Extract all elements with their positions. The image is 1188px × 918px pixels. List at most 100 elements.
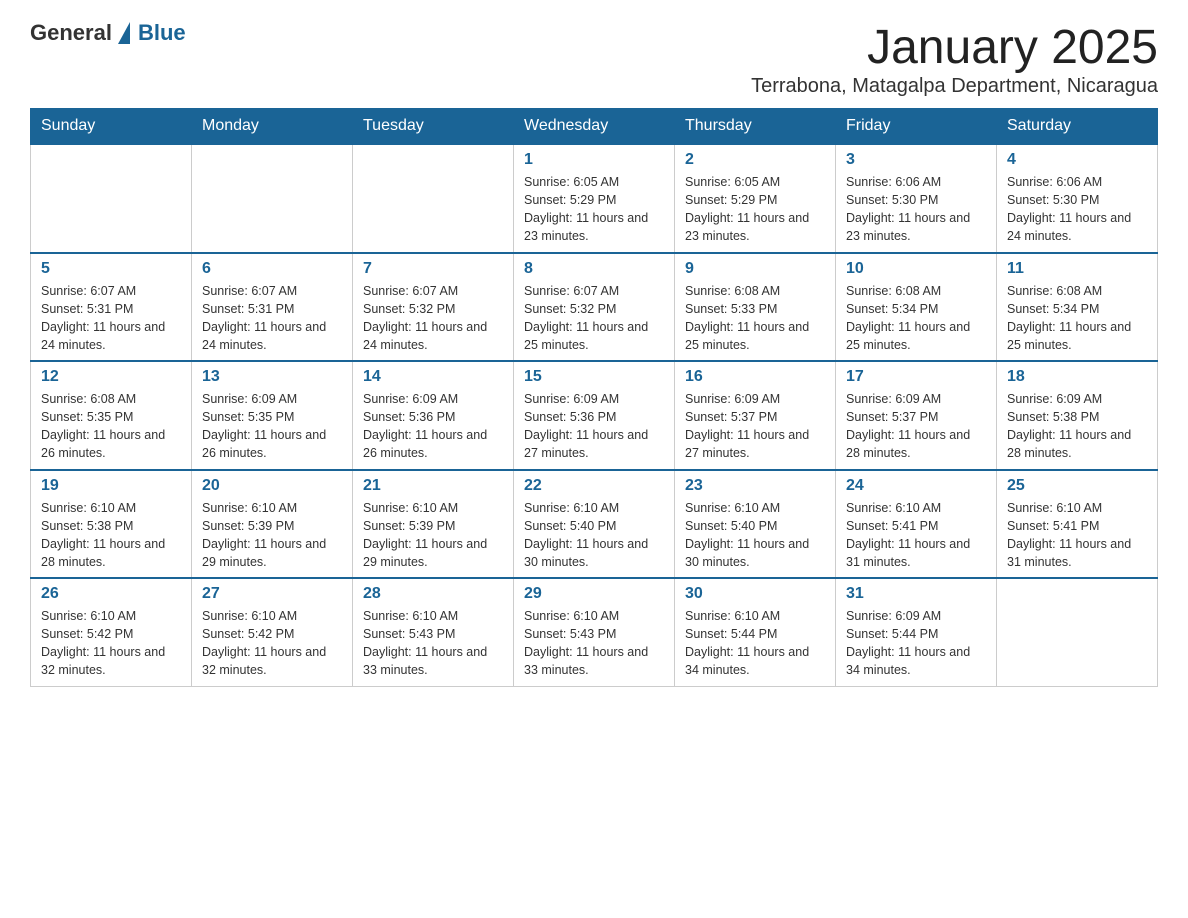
- week-row-2: 5Sunrise: 6:07 AMSunset: 5:31 PMDaylight…: [31, 253, 1158, 362]
- calendar-cell: 14 Sunrise: 6:09 AMSunset: 5:36 PMDayligh…: [353, 361, 514, 470]
- day-info: Sunrise: 6:10 AMSunset: 5:41 PMDaylight:…: [1007, 499, 1147, 572]
- day-info: Sunrise: 6:10 AMSunset: 5:39 PMDaylight:…: [363, 499, 503, 572]
- day-number: 7: [363, 260, 503, 278]
- day-info: Sunrise: 6:10 AMSunset: 5:40 PMDaylight:…: [685, 499, 825, 572]
- column-header-thursday: Thursday: [675, 109, 836, 145]
- day-info: Sunrise: 6:10 AMSunset: 5:42 PMDaylight:…: [202, 607, 342, 680]
- day-number: 4: [1007, 151, 1147, 169]
- calendar-cell: 5Sunrise: 6:07 AMSunset: 5:31 PMDaylight…: [31, 253, 192, 362]
- logo-triangle-icon: [118, 22, 130, 44]
- week-row-5: 26 Sunrise: 6:10 AMSunset: 5:42 PMDayligh…: [31, 578, 1158, 686]
- day-number: 1: [524, 151, 664, 169]
- calendar-cell: 12 Sunrise: 6:08 AMSunset: 5:35 PMDayligh…: [31, 361, 192, 470]
- day-number: 20: [202, 477, 342, 495]
- day-number: 3: [846, 151, 986, 169]
- day-number: 14: [363, 368, 503, 386]
- day-number: 9: [685, 260, 825, 278]
- week-row-3: 12 Sunrise: 6:08 AMSunset: 5:35 PMDayligh…: [31, 361, 1158, 470]
- calendar-cell: 22 Sunrise: 6:10 AMSunset: 5:40 PMDayligh…: [514, 470, 675, 579]
- column-header-friday: Friday: [836, 109, 997, 145]
- calendar-cell: 24Sunrise: 6:10 AMSunset: 5:41 PMDayligh…: [836, 470, 997, 579]
- day-info: Sunrise: 6:09 AMSunset: 5:44 PMDaylight:…: [846, 607, 986, 680]
- day-info: Sunrise: 6:08 AMSunset: 5:35 PMDaylight:…: [41, 390, 181, 463]
- day-number: 15: [524, 368, 664, 386]
- day-info: Sunrise: 6:10 AMSunset: 5:39 PMDaylight:…: [202, 499, 342, 572]
- calendar-table: SundayMondayTuesdayWednesdayThursdayFrid…: [30, 108, 1158, 687]
- calendar-cell: [353, 144, 514, 253]
- day-number: 13: [202, 368, 342, 386]
- calendar-cell: 20 Sunrise: 6:10 AMSunset: 5:39 PMDayligh…: [192, 470, 353, 579]
- day-number: 10: [846, 260, 986, 278]
- header: General Blue January 2025 Terrabona, Mat…: [30, 20, 1158, 98]
- day-number: 26: [41, 585, 181, 603]
- calendar-cell: 2 Sunrise: 6:05 AMSunset: 5:29 PMDaylight…: [675, 144, 836, 253]
- calendar-cell: 25 Sunrise: 6:10 AMSunset: 5:41 PMDayligh…: [997, 470, 1158, 579]
- calendar-cell: 29 Sunrise: 6:10 AMSunset: 5:43 PMDayligh…: [514, 578, 675, 686]
- logo-text-blue: Blue: [138, 20, 186, 46]
- calendar-cell: 6Sunrise: 6:07 AMSunset: 5:31 PMDaylight…: [192, 253, 353, 362]
- calendar-cell: 30 Sunrise: 6:10 AMSunset: 5:44 PMDayligh…: [675, 578, 836, 686]
- day-number: 18: [1007, 368, 1147, 386]
- calendar-cell: 7Sunrise: 6:07 AMSunset: 5:32 PMDaylight…: [353, 253, 514, 362]
- day-number: 8: [524, 260, 664, 278]
- day-number: 23: [685, 477, 825, 495]
- day-number: 19: [41, 477, 181, 495]
- calendar-cell: 8Sunrise: 6:07 AMSunset: 5:32 PMDaylight…: [514, 253, 675, 362]
- calendar-cell: 15 Sunrise: 6:09 AMSunset: 5:36 PMDayligh…: [514, 361, 675, 470]
- calendar-cell: 10 Sunrise: 6:08 AMSunset: 5:34 PMDayligh…: [836, 253, 997, 362]
- day-number: 24: [846, 477, 986, 495]
- day-info: Sunrise: 6:09 AMSunset: 5:37 PMDaylight:…: [846, 390, 986, 463]
- day-number: 29: [524, 585, 664, 603]
- day-info: Sunrise: 6:09 AMSunset: 5:35 PMDaylight:…: [202, 390, 342, 463]
- day-info: Sunrise: 6:07 AMSunset: 5:31 PMDaylight:…: [41, 282, 181, 355]
- calendar-cell: 9 Sunrise: 6:08 AMSunset: 5:33 PMDaylight…: [675, 253, 836, 362]
- day-info: Sunrise: 6:05 AMSunset: 5:29 PMDaylight:…: [524, 173, 664, 246]
- day-number: 30: [685, 585, 825, 603]
- day-info: Sunrise: 6:10 AMSunset: 5:44 PMDaylight:…: [685, 607, 825, 680]
- calendar-cell: 3 Sunrise: 6:06 AMSunset: 5:30 PMDaylight…: [836, 144, 997, 253]
- day-number: 12: [41, 368, 181, 386]
- day-number: 2: [685, 151, 825, 169]
- column-header-wednesday: Wednesday: [514, 109, 675, 145]
- calendar-cell: 27 Sunrise: 6:10 AMSunset: 5:42 PMDayligh…: [192, 578, 353, 686]
- calendar-cell: [192, 144, 353, 253]
- calendar-cell: 19 Sunrise: 6:10 AMSunset: 5:38 PMDayligh…: [31, 470, 192, 579]
- calendar-cell: 23 Sunrise: 6:10 AMSunset: 5:40 PMDayligh…: [675, 470, 836, 579]
- day-info: Sunrise: 6:08 AMSunset: 5:34 PMDaylight:…: [846, 282, 986, 355]
- calendar-cell: 11Sunrise: 6:08 AMSunset: 5:34 PMDayligh…: [997, 253, 1158, 362]
- day-info: Sunrise: 6:10 AMSunset: 5:38 PMDaylight:…: [41, 499, 181, 572]
- day-info: Sunrise: 6:10 AMSunset: 5:42 PMDaylight:…: [41, 607, 181, 680]
- logo-text-general: General: [30, 20, 112, 46]
- day-number: 16: [685, 368, 825, 386]
- logo: General Blue: [30, 20, 186, 46]
- day-number: 17: [846, 368, 986, 386]
- day-info: Sunrise: 6:09 AMSunset: 5:37 PMDaylight:…: [685, 390, 825, 463]
- day-info: Sunrise: 6:09 AMSunset: 5:36 PMDaylight:…: [524, 390, 664, 463]
- day-number: 6: [202, 260, 342, 278]
- day-number: 28: [363, 585, 503, 603]
- calendar-cell: [997, 578, 1158, 686]
- day-info: Sunrise: 6:08 AMSunset: 5:34 PMDaylight:…: [1007, 282, 1147, 355]
- calendar-cell: 13 Sunrise: 6:09 AMSunset: 5:35 PMDayligh…: [192, 361, 353, 470]
- column-header-sunday: Sunday: [31, 109, 192, 145]
- day-info: Sunrise: 6:10 AMSunset: 5:43 PMDaylight:…: [363, 607, 503, 680]
- column-header-monday: Monday: [192, 109, 353, 145]
- day-info: Sunrise: 6:10 AMSunset: 5:40 PMDaylight:…: [524, 499, 664, 572]
- calendar-cell: 28 Sunrise: 6:10 AMSunset: 5:43 PMDayligh…: [353, 578, 514, 686]
- week-row-1: 1 Sunrise: 6:05 AMSunset: 5:29 PMDaylight…: [31, 144, 1158, 253]
- day-info: Sunrise: 6:09 AMSunset: 5:36 PMDaylight:…: [363, 390, 503, 463]
- calendar-cell: 1 Sunrise: 6:05 AMSunset: 5:29 PMDaylight…: [514, 144, 675, 253]
- day-number: 27: [202, 585, 342, 603]
- day-info: Sunrise: 6:06 AMSunset: 5:30 PMDaylight:…: [846, 173, 986, 246]
- title-area: January 2025 Terrabona, Matagalpa Depart…: [751, 20, 1158, 98]
- column-header-tuesday: Tuesday: [353, 109, 514, 145]
- day-number: 25: [1007, 477, 1147, 495]
- day-number: 31: [846, 585, 986, 603]
- day-number: 22: [524, 477, 664, 495]
- day-info: Sunrise: 6:10 AMSunset: 5:43 PMDaylight:…: [524, 607, 664, 680]
- day-info: Sunrise: 6:08 AMSunset: 5:33 PMDaylight:…: [685, 282, 825, 355]
- calendar-cell: 31 Sunrise: 6:09 AMSunset: 5:44 PMDayligh…: [836, 578, 997, 686]
- day-info: Sunrise: 6:05 AMSunset: 5:29 PMDaylight:…: [685, 173, 825, 246]
- calendar-header-row: SundayMondayTuesdayWednesdayThursdayFrid…: [31, 109, 1158, 145]
- calendar-cell: 4Sunrise: 6:06 AMSunset: 5:30 PMDaylight…: [997, 144, 1158, 253]
